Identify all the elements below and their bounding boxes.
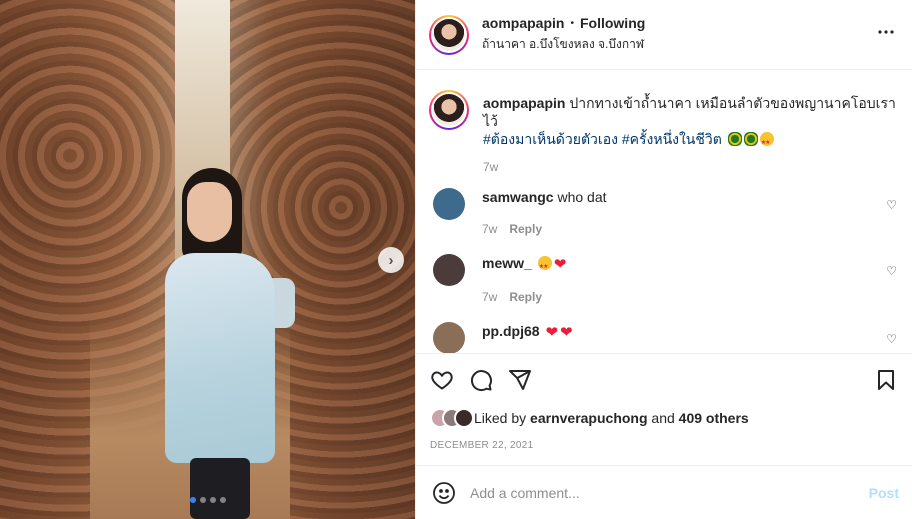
hashtag-link[interactable]: #ครั้งหนึ่งในชีวิต	[622, 131, 722, 147]
red-heart-emoji: ❤	[545, 324, 559, 341]
hashtag-link[interactable]: #ต้องมาเห็นด้วยตัวเอง	[483, 131, 618, 147]
commenter-username[interactable]: samwangc	[482, 189, 554, 205]
carousel-dot	[209, 497, 216, 503]
post-side-panel: aompapapin • Following ถ้านาคา อ.บึงโขงห…	[415, 0, 912, 519]
snake-emoji	[743, 132, 758, 146]
comment-icon[interactable]	[469, 368, 493, 392]
action-bar: Liked by earnverapuchong and 409 others …	[416, 353, 912, 451]
post-header: aompapapin • Following ถ้านาคา อ.บึงโขงห…	[416, 0, 912, 70]
post-date: DECEMBER 22, 2021	[430, 440, 534, 451]
carousel-dot	[189, 497, 196, 503]
carousel-next-button[interactable]: ›	[378, 247, 404, 273]
comment-like-icon[interactable]: ♡	[886, 264, 897, 278]
reply-button[interactable]: Reply	[509, 222, 542, 236]
separator-dot: •	[570, 17, 574, 29]
smiley-icon[interactable]	[432, 481, 456, 505]
star-struck-emoji	[537, 256, 552, 276]
star-struck-emoji	[759, 132, 774, 152]
author-avatar[interactable]	[429, 14, 469, 55]
snake-emoji	[727, 132, 742, 146]
commenter-avatar[interactable]	[433, 322, 465, 353]
photo-subject	[160, 168, 310, 519]
carousel-dot	[219, 497, 226, 503]
post-media[interactable]: ›	[0, 0, 415, 519]
caption-username[interactable]: aompapapin	[483, 95, 565, 111]
comments-list[interactable]: aompapapin ปากทางเข้าถ้ำนาคา เหมือนลำตัว…	[416, 70, 912, 353]
author-avatar[interactable]	[429, 90, 469, 130]
commenter-avatar[interactable]	[433, 188, 465, 220]
likes-and-label: and	[651, 410, 675, 426]
post-location[interactable]: ถ้านาคา อ.บึงโขงหลง จ.บึงกาฬ	[482, 35, 874, 54]
following-button[interactable]: Following	[580, 15, 645, 31]
comment-item: meww_ ❤ 7w Reply ♡	[429, 254, 899, 304]
red-heart-emoji: ❤	[553, 256, 567, 273]
comment-like-icon[interactable]: ♡	[886, 198, 897, 212]
caption-time: 7w	[483, 160, 499, 174]
comment-input[interactable]	[470, 484, 869, 501]
carousel-dot	[199, 497, 206, 503]
post-caption: aompapapin ปากทางเข้าถ้ำนาคา เหมือนลำตัว…	[429, 90, 899, 152]
liked-by-label: Liked by	[474, 410, 527, 426]
reply-button[interactable]: Reply	[509, 290, 542, 304]
ellipsis-icon[interactable]	[874, 20, 898, 49]
comment-item: pp.dpj68 ❤ ❤ ♡	[429, 322, 899, 353]
comment-like-icon[interactable]: ♡	[886, 332, 897, 346]
comment-time: 7w	[482, 222, 498, 236]
carousel-indicators	[0, 497, 415, 503]
author-username[interactable]: aompapapin	[482, 15, 564, 31]
liker-avatars	[430, 408, 474, 428]
share-icon[interactable]	[508, 368, 532, 392]
add-comment-bar: Post	[416, 465, 912, 519]
commenter-avatar[interactable]	[433, 254, 465, 286]
red-heart-emoji: ❤	[560, 324, 573, 341]
likes-summary[interactable]: Liked by earnverapuchong and 409 others	[430, 408, 898, 428]
bookmark-icon[interactable]	[874, 368, 898, 392]
comment-item: samwangc who dat 7w Reply ♡	[429, 188, 899, 236]
commenter-username[interactable]: pp.dpj68	[482, 323, 540, 339]
instagram-post: › aompapapin • Following ถ้านาคา อ.บึงโข…	[0, 0, 912, 519]
comment-text: who dat	[557, 189, 607, 205]
liker-username[interactable]: earnverapuchong	[530, 410, 647, 426]
heart-icon[interactable]	[430, 368, 454, 392]
chevron-right-icon: ›	[388, 251, 394, 269]
commenter-username[interactable]: meww_	[482, 255, 532, 271]
likes-count[interactable]: 409 others	[679, 410, 749, 426]
comment-time: 7w	[482, 290, 498, 304]
post-comment-button[interactable]: Post	[869, 485, 899, 501]
liker-avatar[interactable]	[454, 408, 474, 428]
